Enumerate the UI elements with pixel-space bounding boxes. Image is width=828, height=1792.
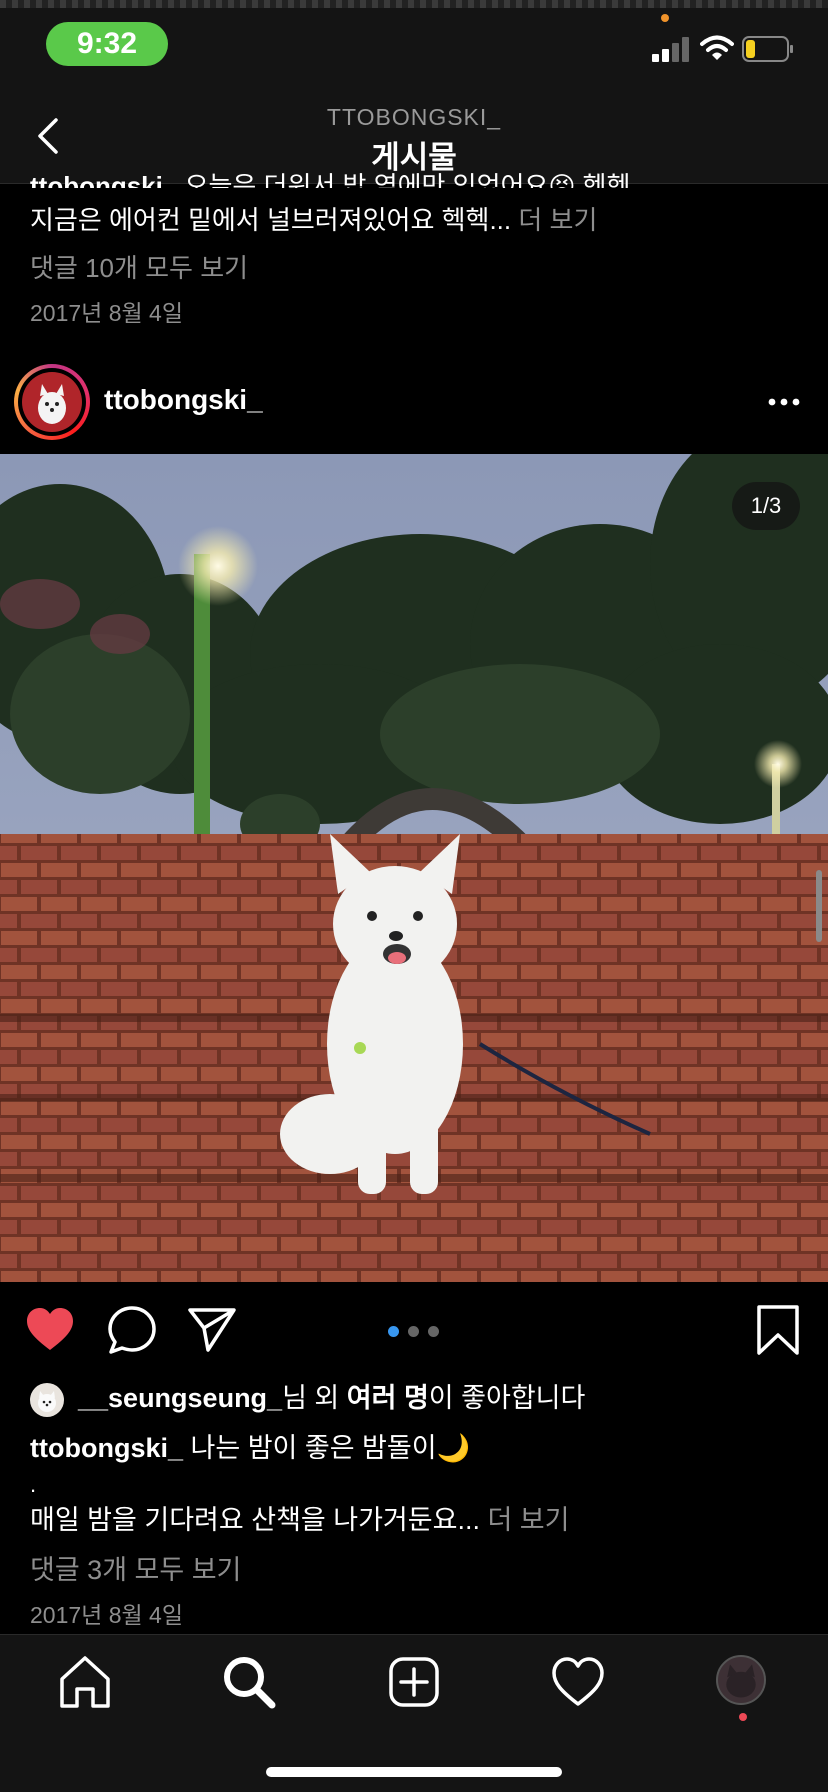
header-username: TTOBONGSKI_ (326, 104, 502, 130)
prev-caption-cut: ttobongski_ 오늘은 더워서 밥 옆에만 있었어요😣 헥헥 (30, 168, 631, 188)
like-heart-icon[interactable] (24, 1304, 76, 1356)
notification-dot (739, 1713, 747, 1721)
prev-caption-user[interactable]: ttobongski_ (30, 171, 177, 188)
new-post-icon[interactable] (385, 1653, 443, 1711)
activity-heart-icon[interactable] (549, 1653, 607, 1711)
scroll-indicator[interactable] (816, 870, 822, 942)
post-author-row: ttobongski_ (0, 360, 828, 444)
caption-text: 나는 밤이 좋은 밤돌이🌙 (190, 1433, 471, 1463)
status-bar: 9:32 (0, 0, 828, 88)
profile-avatar-tab[interactable] (716, 1655, 766, 1705)
privacy-indicator-dot (661, 14, 669, 22)
likes-others[interactable]: 여러 명 (347, 1383, 429, 1413)
carousel-dots (388, 1326, 440, 1338)
prev-caption-text: 오늘은 더워서 밥 옆에만 있었어요😣 헥헥 (184, 171, 631, 188)
wifi-icon (700, 35, 734, 60)
post-date: 2017년 8월 4일 (30, 1602, 184, 1628)
comment-bubble-icon[interactable] (106, 1304, 158, 1356)
prev-post-date: 2017년 8월 4일 (30, 300, 184, 326)
more-options-icon[interactable] (766, 388, 802, 416)
cellular-signal-icon (652, 37, 689, 62)
status-bar-strip (0, 0, 828, 8)
home-icon[interactable] (56, 1653, 114, 1711)
prev-more-link[interactable]: 더 보기 (518, 205, 597, 235)
liker-username[interactable]: __seungseung_ (78, 1383, 282, 1413)
caption-text-2: 매일 밤을 기다려요 산책을 나가거둔요... (30, 1505, 480, 1535)
likes-summary[interactable]: __seungseung_님 외 여러 명이 좋아합니다 (30, 1380, 586, 1417)
liker-avatar[interactable] (30, 1382, 64, 1417)
prev-comments-link[interactable]: 댓글 10개 모두 보기 (30, 248, 248, 285)
carousel-dot (428, 1326, 439, 1337)
post-actions (0, 1290, 828, 1370)
bookmark-icon[interactable] (752, 1304, 804, 1356)
search-icon[interactable] (220, 1653, 278, 1711)
caption-username[interactable]: ttobongski_ (30, 1433, 183, 1463)
carousel-dot (408, 1326, 419, 1337)
dog-avatar-image (22, 372, 82, 432)
comments-link[interactable]: 댓글 3개 모두 보기 (30, 1548, 241, 1587)
photo-counter: 1/3 (732, 482, 800, 530)
dog-on-steps-photo (0, 454, 828, 1282)
carousel-dot-active (388, 1326, 399, 1337)
bottom-tab-bar (0, 1634, 828, 1792)
battery-icon (742, 36, 793, 62)
status-time[interactable]: 9:32 (46, 22, 168, 66)
caption-dot: . (30, 1472, 37, 1497)
likes-middle-text: 님 외 (282, 1383, 347, 1413)
share-paper-plane-icon[interactable] (186, 1304, 238, 1356)
likes-suffix: 이 좋아합니다 (428, 1383, 586, 1413)
post-username[interactable]: ttobongski_ (104, 384, 263, 416)
caption-second-line: 매일 밤을 기다려요 산책을 나가거둔요... 더 보기 (30, 1502, 570, 1538)
post-photo[interactable] (0, 454, 828, 1282)
caption-first-line: ttobongski_ 나는 밤이 좋은 밤돌이🌙 (30, 1430, 470, 1466)
prev-caption-text-2: 지금은 에어컨 밑에서 널브러져있어요 헥헥... (30, 205, 512, 235)
avatar[interactable] (14, 364, 90, 440)
prev-caption-line: 지금은 에어컨 밑에서 널브러져있어요 헥헥... 더 보기 (30, 200, 597, 237)
caption-more-link[interactable]: 더 보기 (487, 1505, 569, 1535)
home-indicator[interactable] (266, 1767, 562, 1777)
